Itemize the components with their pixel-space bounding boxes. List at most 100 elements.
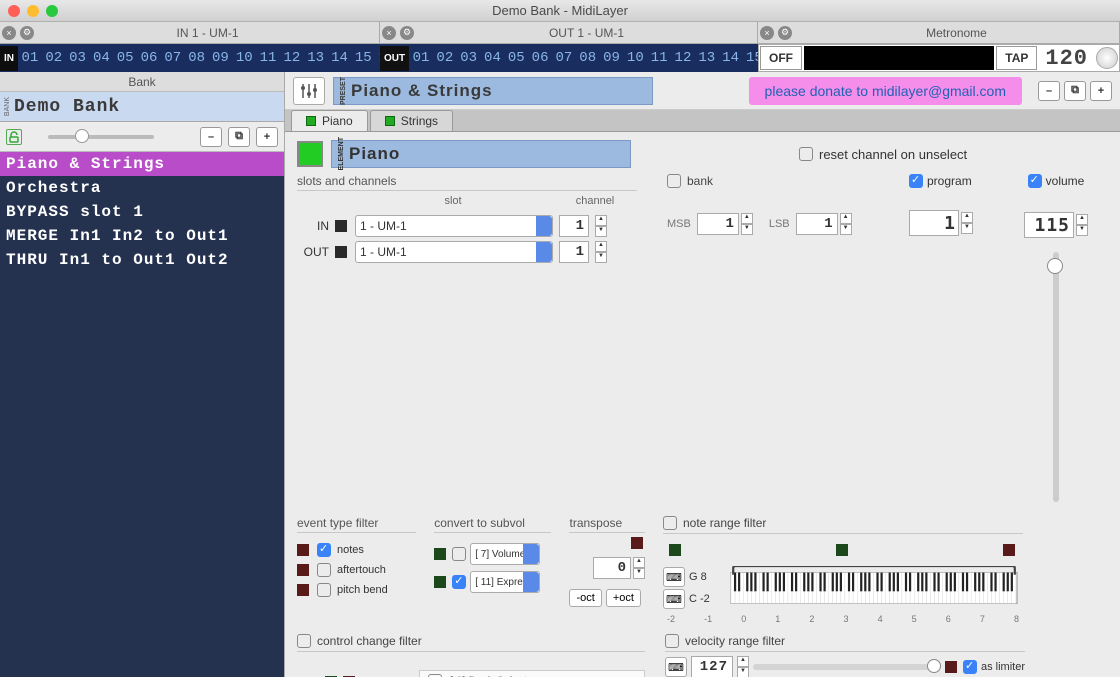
tab-piano[interactable]: Piano	[291, 110, 368, 131]
transpose-stepper[interactable]: ▲▼	[633, 557, 645, 579]
convert-checkbox[interactable]	[452, 547, 466, 561]
channel-03[interactable]: 03	[457, 50, 481, 66]
out-settings-icon[interactable]: ⚙	[400, 26, 414, 40]
channel-10[interactable]: 10	[623, 50, 647, 66]
preset-duplicate-button[interactable]: ⧉	[1064, 81, 1086, 101]
program-checkbox[interactable]	[909, 174, 923, 188]
cc-list[interactable]: [ 0] Bank Select[ 1] Modulation Wheel[ 2…	[419, 670, 645, 677]
channel-06[interactable]: 06	[528, 50, 552, 66]
channel-05[interactable]: 05	[504, 50, 528, 66]
in-close-icon[interactable]: ×	[2, 26, 16, 40]
volume-stepper[interactable]: ▲▼	[1076, 214, 1088, 236]
channel-11[interactable]: 11	[256, 50, 280, 66]
transpose-value[interactable]: 0	[593, 557, 631, 579]
velocity-hi-limiter-checkbox[interactable]	[963, 660, 977, 674]
velocity-range-checkbox[interactable]	[665, 634, 679, 648]
velocity-hi-keyboard-icon[interactable]: ⌨	[665, 657, 687, 677]
bank-slider[interactable]	[48, 135, 154, 139]
out-close-icon[interactable]: ×	[382, 26, 396, 40]
msb-value[interactable]: 1	[697, 213, 739, 235]
transpose-oct-up-button[interactable]: +oct	[606, 589, 641, 607]
bank-checkbox[interactable]	[667, 174, 681, 188]
donate-banner[interactable]: please donate to midilayer@gmail.com	[749, 77, 1022, 105]
channel-08[interactable]: 08	[576, 50, 600, 66]
metro-settings-icon[interactable]: ⚙	[778, 26, 792, 40]
program-value[interactable]: 1	[909, 210, 959, 236]
keyboard-visual[interactable]	[725, 566, 1023, 610]
bank-duplicate-button[interactable]: ⧉	[228, 127, 250, 147]
lsb-value[interactable]: 1	[796, 213, 838, 235]
convert-checkbox[interactable]	[452, 575, 466, 589]
event-filter-checkbox[interactable]	[317, 583, 331, 597]
preset-item[interactable]: BYPASS slot 1	[0, 200, 284, 224]
metro-close-icon[interactable]: ×	[760, 26, 774, 40]
slot-device-select[interactable]: 1 - UM-1	[355, 215, 553, 237]
volume-value[interactable]: 115	[1024, 212, 1074, 238]
velocity-hi-value[interactable]: 127	[691, 656, 733, 677]
channel-06[interactable]: 06	[137, 50, 161, 66]
channel-08[interactable]: 08	[185, 50, 209, 66]
element-active-indicator[interactable]	[297, 141, 323, 167]
velocity-hi-slider[interactable]	[753, 664, 941, 670]
convert-select[interactable]: [ 7] Volume	[470, 543, 540, 565]
reset-channel-checkbox[interactable]	[799, 147, 813, 161]
reset-channel-checkbox-row[interactable]: reset channel on unselect	[799, 147, 967, 162]
channel-04[interactable]: 04	[89, 50, 113, 66]
volume-checkbox[interactable]	[1028, 174, 1042, 188]
in-settings-icon[interactable]: ⚙	[20, 26, 34, 40]
channel-04[interactable]: 04	[481, 50, 505, 66]
preset-item[interactable]: Piano & Strings	[0, 152, 284, 176]
slot-device-select[interactable]: 1 - UM-1	[355, 241, 553, 263]
metronome-tap-button[interactable]: TAP	[996, 46, 1037, 70]
bank-add-button[interactable]: +	[256, 127, 278, 147]
channel-14[interactable]: 14	[328, 50, 352, 66]
volume-slider[interactable]	[1053, 252, 1059, 502]
note-range-checkbox[interactable]	[663, 516, 677, 530]
channel-03[interactable]: 03	[66, 50, 90, 66]
msb-stepper[interactable]: ▲▼	[741, 213, 753, 235]
channel-13[interactable]: 13	[695, 50, 719, 66]
channel-05[interactable]: 05	[113, 50, 137, 66]
channel-11[interactable]: 11	[647, 50, 671, 66]
channel-12[interactable]: 12	[280, 50, 304, 66]
bank-remove-button[interactable]: –	[200, 127, 222, 147]
channel-09[interactable]: 09	[600, 50, 624, 66]
channel-10[interactable]: 10	[232, 50, 256, 66]
element-name-field[interactable]: ELEMENT Piano	[331, 140, 631, 168]
lsb-stepper[interactable]: ▲▼	[840, 213, 852, 235]
event-filter-checkbox[interactable]	[317, 543, 331, 557]
metronome-toggle-button[interactable]: OFF	[760, 46, 802, 70]
channel-02[interactable]: 02	[42, 50, 66, 66]
convert-select[interactable]: [ 11] Express	[470, 571, 540, 593]
note-range-hi-keyboard-icon[interactable]: ⌨	[663, 567, 685, 587]
tab-strings[interactable]: Strings	[370, 110, 453, 131]
channel-01[interactable]: 01	[409, 50, 433, 66]
preset-item[interactable]: THRU In1 to Out1 Out2	[0, 248, 284, 272]
preset-name-field[interactable]: PRESET Piano & Strings	[333, 77, 653, 105]
preset-list[interactable]: Piano & StringsOrchestraBYPASS slot 1MER…	[0, 152, 284, 677]
preset-item[interactable]: Orchestra	[0, 176, 284, 200]
lock-icon[interactable]	[6, 129, 22, 145]
metronome-knob[interactable]	[1096, 47, 1118, 69]
slot-channel-value[interactable]: 1	[559, 241, 589, 263]
slot-channel-stepper[interactable]: ▲▼	[595, 241, 607, 263]
channel-09[interactable]: 09	[209, 50, 233, 66]
preset-add-button[interactable]: +	[1090, 81, 1112, 101]
note-range-lo-keyboard-icon[interactable]: ⌨	[663, 589, 685, 609]
velocity-hi-stepper[interactable]: ▲▼	[737, 656, 749, 677]
cc-list-item[interactable]: [ 0] Bank Select	[420, 671, 644, 677]
channel-15[interactable]: 15	[351, 50, 375, 66]
program-stepper[interactable]: ▲▼	[961, 212, 973, 234]
mixer-icon-button[interactable]	[293, 77, 325, 105]
preset-remove-button[interactable]: –	[1038, 81, 1060, 101]
channel-12[interactable]: 12	[671, 50, 695, 66]
channel-14[interactable]: 14	[719, 50, 743, 66]
event-filter-checkbox[interactable]	[317, 563, 331, 577]
channel-07[interactable]: 07	[552, 50, 576, 66]
cc-filter-checkbox[interactable]	[297, 634, 311, 648]
transpose-oct-down-button[interactable]: -oct	[569, 589, 601, 607]
channel-01[interactable]: 01	[18, 50, 42, 66]
slot-channel-value[interactable]: 1	[559, 215, 589, 237]
preset-item[interactable]: MERGE In1 In2 to Out1	[0, 224, 284, 248]
channel-07[interactable]: 07	[161, 50, 185, 66]
